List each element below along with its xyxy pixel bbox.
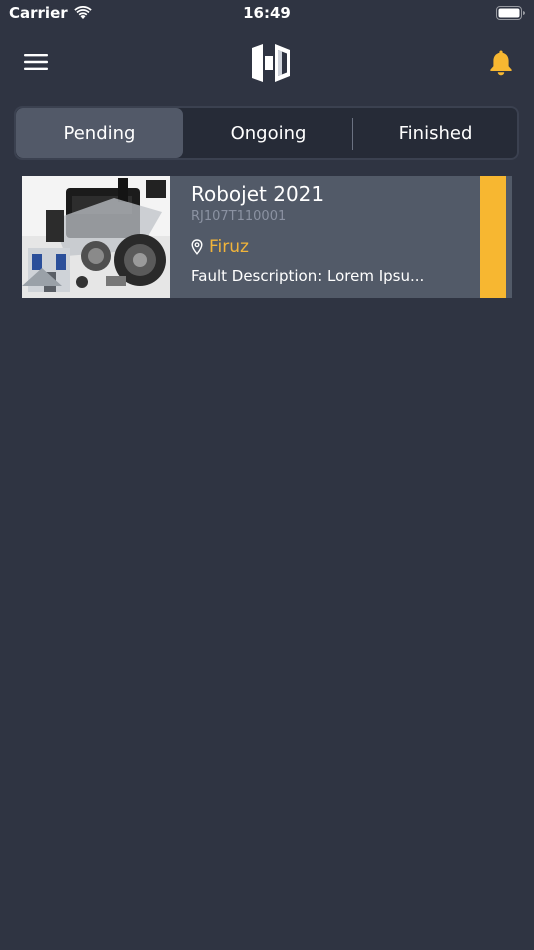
- status-indicator: [480, 176, 506, 298]
- notification-button[interactable]: [486, 47, 516, 77]
- job-description: Fault Description: Lorem Ipsu...: [191, 267, 425, 285]
- job-card-body: Robojet 2021 RJ107T110001 Firuz Fault De…: [170, 176, 512, 298]
- job-location-label: Firuz: [209, 237, 249, 257]
- menu-button[interactable]: [20, 48, 52, 76]
- product-image: [22, 176, 170, 298]
- job-title: Robojet 2021: [191, 182, 325, 206]
- status-tabs: Pending Ongoing Finished: [14, 106, 519, 160]
- tab-finished-label: Finished: [398, 122, 473, 144]
- battery-icon: [496, 6, 525, 20]
- tab-ongoing-label: Ongoing: [230, 122, 307, 144]
- app-logo-icon: [252, 44, 290, 82]
- tab-ongoing[interactable]: Ongoing: [185, 106, 352, 160]
- hamburger-icon: [24, 54, 48, 70]
- status-bar: Carrier 16:49: [0, 0, 534, 28]
- location-pin-icon: [191, 239, 203, 255]
- job-serial: RJ107T110001: [191, 209, 287, 224]
- bell-icon: [490, 50, 512, 75]
- status-time: 16:49: [243, 4, 291, 22]
- robot-image: [22, 176, 170, 298]
- tab-finished[interactable]: Finished: [352, 106, 519, 160]
- job-card[interactable]: Robojet 2021 RJ107T110001 Firuz Fault De…: [22, 176, 512, 298]
- job-location: Firuz: [191, 237, 512, 257]
- tab-pending[interactable]: Pending: [16, 108, 183, 158]
- tab-divider: [352, 118, 353, 150]
- tab-pending-label: Pending: [63, 122, 136, 144]
- nav-bar: [0, 38, 534, 88]
